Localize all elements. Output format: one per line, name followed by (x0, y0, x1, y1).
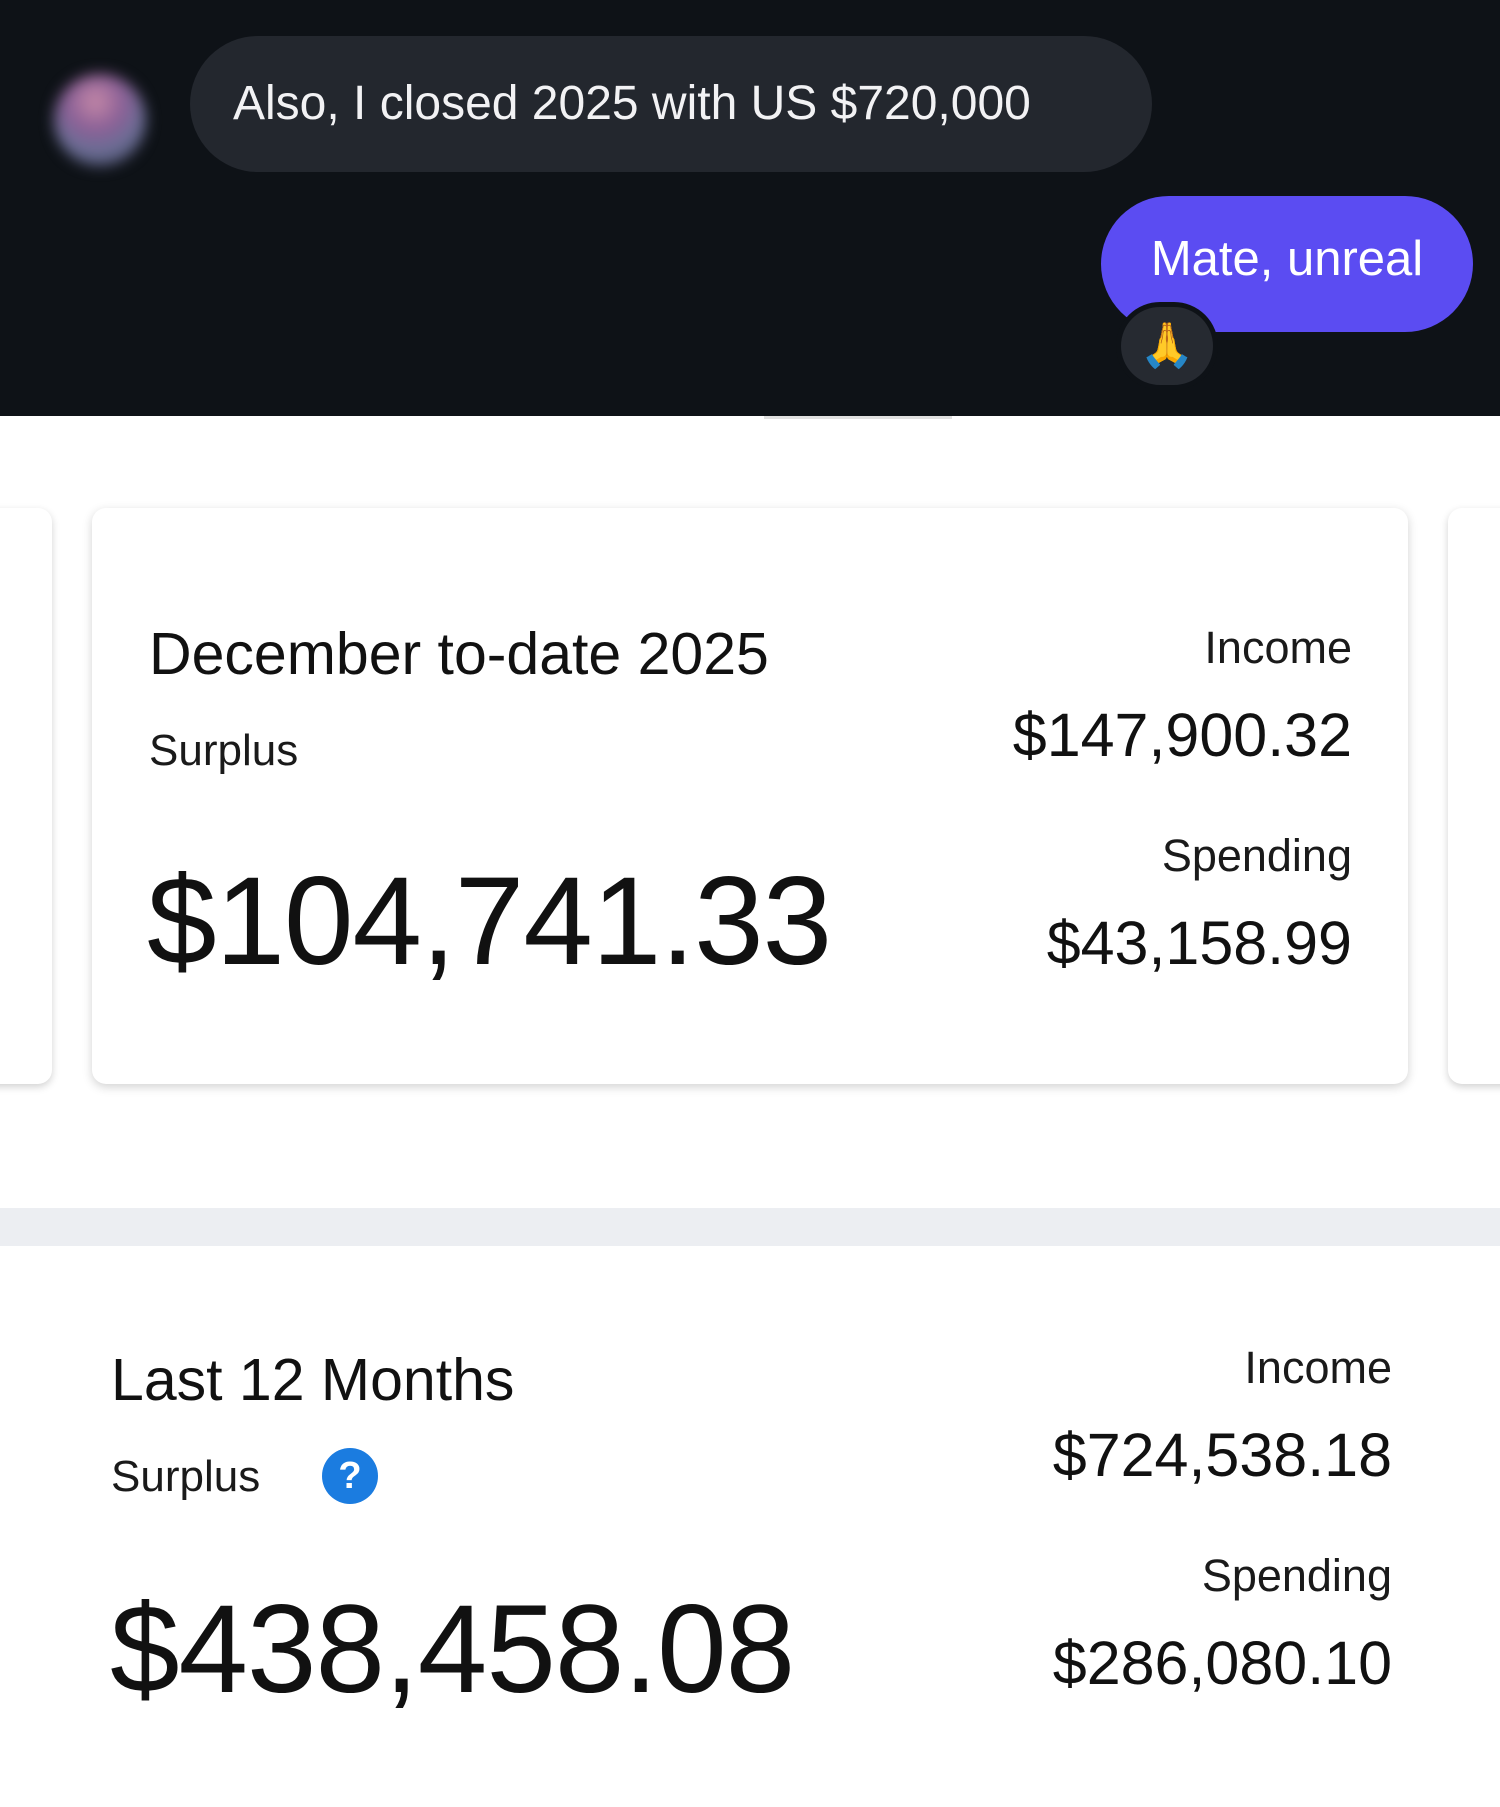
section-divider (0, 1208, 1500, 1246)
section-title: Last 12 Months (111, 1347, 515, 1413)
question-circle-icon[interactable]: ? (322, 1448, 378, 1504)
income-label: Income (1204, 622, 1352, 673)
surplus-label: Surplus (149, 726, 299, 775)
next-summary-card[interactable] (1448, 508, 1500, 1084)
surplus-value: $104,741.33 (147, 852, 832, 991)
spending-value: $286,080.10 (1052, 1629, 1392, 1697)
sheet-handle (764, 416, 952, 419)
income-value: $147,900.32 (1012, 701, 1352, 769)
previous-summary-card[interactable] (0, 508, 52, 1084)
income-value: $724,538.18 (1052, 1421, 1392, 1489)
card-title: December to-date 2025 (149, 621, 769, 687)
spending-value: $43,158.99 (1046, 909, 1352, 977)
spending-label: Spending (1161, 830, 1352, 881)
pray-reaction-icon[interactable]: 🙏 (1116, 302, 1218, 390)
contact-avatar[interactable] (54, 74, 146, 166)
surplus-label: Surplus (111, 1452, 261, 1501)
surplus-value: $438,458.08 (110, 1580, 795, 1719)
december-summary-card[interactable]: December to-date 2025 Surplus $104,741.3… (92, 508, 1408, 1084)
incoming-message-bubble[interactable]: Also, I closed 2025 with US $720,000 (190, 36, 1152, 172)
income-label: Income (1244, 1342, 1392, 1393)
spending-label: Spending (1201, 1550, 1392, 1601)
chat-thread: Also, I closed 2025 with US $720,000 Mat… (0, 0, 1500, 416)
